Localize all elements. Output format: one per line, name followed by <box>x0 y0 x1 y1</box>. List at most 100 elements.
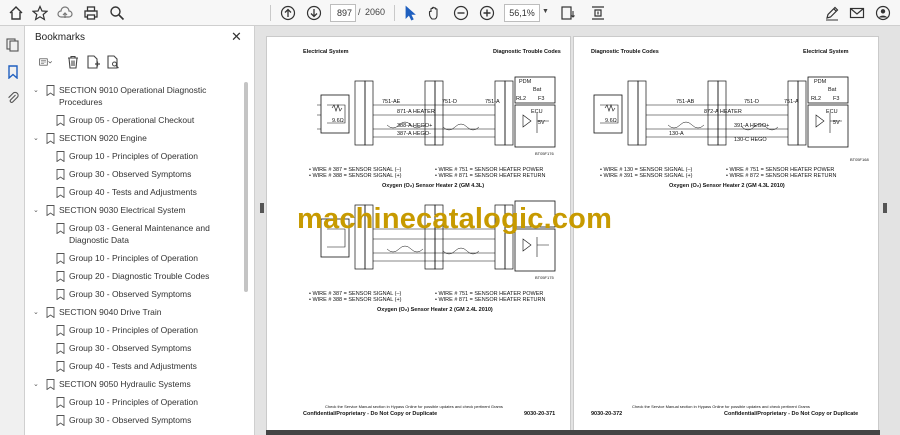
bookmark-label: SECTION 9020 Engine <box>59 133 147 143</box>
wire-130a: 130-A <box>669 131 684 137</box>
user-icon[interactable] <box>873 3 893 23</box>
bookmark-page-icon <box>56 115 65 126</box>
bookmark-item[interactable]: Group 10 - Principles of Operation <box>25 252 243 266</box>
diagram-ref: BT05F168 <box>850 157 869 162</box>
right-scroll-grip[interactable] <box>883 203 887 213</box>
pdf-page-right: Diagnostic Trouble Codes Electrical Syst… <box>573 36 879 435</box>
bookmark-item[interactable]: Group 30 - Observed Symptoms <box>25 288 243 302</box>
page-up-icon[interactable] <box>278 3 298 23</box>
bookmark-item[interactable]: Group 10 - Principles of Operation <box>25 396 243 410</box>
bookmark-page-icon <box>56 151 65 162</box>
bookmark-label: Group 40 - Tests and Adjustments <box>69 361 197 371</box>
wiring-diagram-3 <box>593 76 849 148</box>
bookmark-label: Group 10 - Principles of Operation <box>69 325 198 335</box>
bookmark-page-icon <box>46 205 55 216</box>
wire-751ae: 751-AE <box>382 99 401 105</box>
delete-bookmark-icon[interactable] <box>65 54 81 70</box>
bookmark-item[interactable]: Group 03 - General Maintenance and Diagno… <box>25 222 243 248</box>
chevron-down-icon[interactable]: ⌄ <box>33 205 39 217</box>
select-cursor-icon[interactable] <box>400 3 420 23</box>
email-icon[interactable] <box>847 3 867 23</box>
hand-icon[interactable] <box>425 3 445 23</box>
chevron-down-icon[interactable]: ⌄ <box>33 379 39 391</box>
bookmarks-icon[interactable] <box>4 63 21 80</box>
page-header-left: Electrical System <box>303 49 349 55</box>
bookmark-item[interactable]: Group 30 - Observed Symptoms <box>25 168 243 182</box>
footer-note: Check the Service Manual section in Hypa… <box>632 404 810 409</box>
bookmark-item[interactable]: Group 10 - Principles of Operation <box>25 324 243 338</box>
wire-391a: 391-A HEGO+ <box>734 123 770 129</box>
cloud-upload-icon[interactable] <box>55 3 75 23</box>
bookmark-section[interactable]: ⌄ SECTION 9030 Electrical System <box>25 204 243 218</box>
zoom-dropdown-caret[interactable]: ▼ <box>542 8 549 15</box>
f3-label: F3 <box>538 96 545 102</box>
zoom-in-icon[interactable] <box>477 3 497 23</box>
bookmark-label: Group 30 - Observed Symptoms <box>69 169 192 179</box>
bookmark-item[interactable]: Group 30 - Observed Symptoms <box>25 342 243 356</box>
footer-confidential: Confidential/Proprietary - Do Not Copy o… <box>303 411 438 417</box>
new-bookmark-icon[interactable] <box>85 54 101 70</box>
bookmark-page-icon <box>56 415 65 426</box>
bookmark-item[interactable]: Group 05 - Operational Checkout <box>25 114 243 128</box>
bookmarks-title: Bookmarks <box>35 32 86 43</box>
bookmark-item[interactable]: Group 10 - Principles of Operation <box>25 150 243 164</box>
toolbar-divider <box>394 5 395 21</box>
edit-sign-icon[interactable] <box>822 3 842 23</box>
diagram-caption: Oxygen (O₂) Sensor Heater 2 (GM 2.4L 201… <box>377 307 493 313</box>
rl2-label: RL2 <box>516 96 527 102</box>
bookmark-star-icon[interactable] <box>30 3 50 23</box>
f3-label: F3 <box>833 96 840 102</box>
bookmark-label-continued: Procedures <box>59 97 103 107</box>
bookmark-page-icon <box>56 397 65 408</box>
zoom-out-icon[interactable] <box>451 3 471 23</box>
toolbar: 897 / 2060 56,1% ▼ <box>0 0 900 26</box>
page-down-icon[interactable] <box>304 3 324 23</box>
close-icon[interactable]: ✕ <box>231 29 242 45</box>
zoom-search-icon[interactable] <box>107 3 127 23</box>
footer-note: Check the Service Manual section in Hypa… <box>325 404 503 409</box>
horizontal-scrollbar[interactable] <box>266 430 880 435</box>
find-bookmark-icon[interactable] <box>105 54 121 70</box>
bookmarks-scrollbar[interactable] <box>244 82 248 292</box>
left-scroll-grip[interactable] <box>260 203 264 213</box>
bookmark-label: SECTION 9030 Electrical System <box>59 205 186 215</box>
legend-line: • WIRE # 388 = SENSOR SIGNAL (+) <box>309 297 402 303</box>
bookmark-section[interactable]: ⌄ SECTION 9040 Drive Train <box>25 306 243 320</box>
bookmark-item[interactable]: Group 40 - Tests and Adjustments <box>25 360 243 374</box>
bookmark-section[interactable]: ⌄ SECTION 9020 Engine <box>25 132 243 146</box>
bookmark-page-icon <box>56 271 65 282</box>
chevron-down-icon[interactable]: ⌄ <box>33 307 39 319</box>
legend-line: • WIRE # 872 = SENSOR HEATER RETURN <box>726 173 837 179</box>
zoom-level-input[interactable]: 56,1% <box>504 4 540 22</box>
bookmark-page-icon <box>56 253 65 264</box>
bookmark-section[interactable]: ⌄ SECTION 9050 Hydraulic Systems <box>25 378 243 392</box>
page-header-left: Diagnostic Trouble Codes <box>591 49 659 55</box>
bookmark-label: SECTION 9010 Operational Diagnostic <box>59 85 207 95</box>
attachments-icon[interactable] <box>4 89 21 106</box>
page-thumbnails-icon[interactable] <box>4 36 21 53</box>
chevron-down-icon[interactable]: ⌄ <box>33 133 39 145</box>
wire-751d: 751-D <box>744 99 759 105</box>
print-icon[interactable] <box>81 3 101 23</box>
watermark: machinecatalogic.com <box>297 203 613 235</box>
bookmark-page-icon <box>56 343 65 354</box>
scroll-mode-icon[interactable] <box>588 3 608 23</box>
wire-388a: 388-A HEGO+ <box>397 123 433 129</box>
wire-872a: 872-A HEATER <box>704 109 742 115</box>
resistor-label: 9.6Ω <box>332 118 344 124</box>
bookmark-page-icon <box>56 187 65 198</box>
home-icon[interactable] <box>6 3 26 23</box>
bookmark-label: Group 10 - Principles of Operation <box>69 397 198 407</box>
bookmark-item[interactable]: Group 40 - Tests and Adjustments <box>25 186 243 200</box>
bat-label: Bat <box>533 87 542 93</box>
bookmark-item[interactable]: Group 20 - Diagnostic Trouble Codes <box>25 270 243 284</box>
bookmark-section[interactable]: ⌄ SECTION 9010 Operational Diagnostic Proc… <box>25 84 243 110</box>
bookmark-label: SECTION 9050 Hydraulic Systems <box>59 379 191 389</box>
bookmark-item[interactable]: Group 30 - Observed Symptoms <box>25 414 243 428</box>
bookmark-options-icon[interactable] <box>35 54 57 70</box>
page-number-input[interactable]: 897 <box>330 4 356 22</box>
fit-page-icon[interactable] <box>558 3 578 23</box>
ecu-label: ECU <box>531 109 543 115</box>
bookmark-page-icon <box>56 223 65 234</box>
chevron-down-icon[interactable]: ⌄ <box>33 85 39 97</box>
